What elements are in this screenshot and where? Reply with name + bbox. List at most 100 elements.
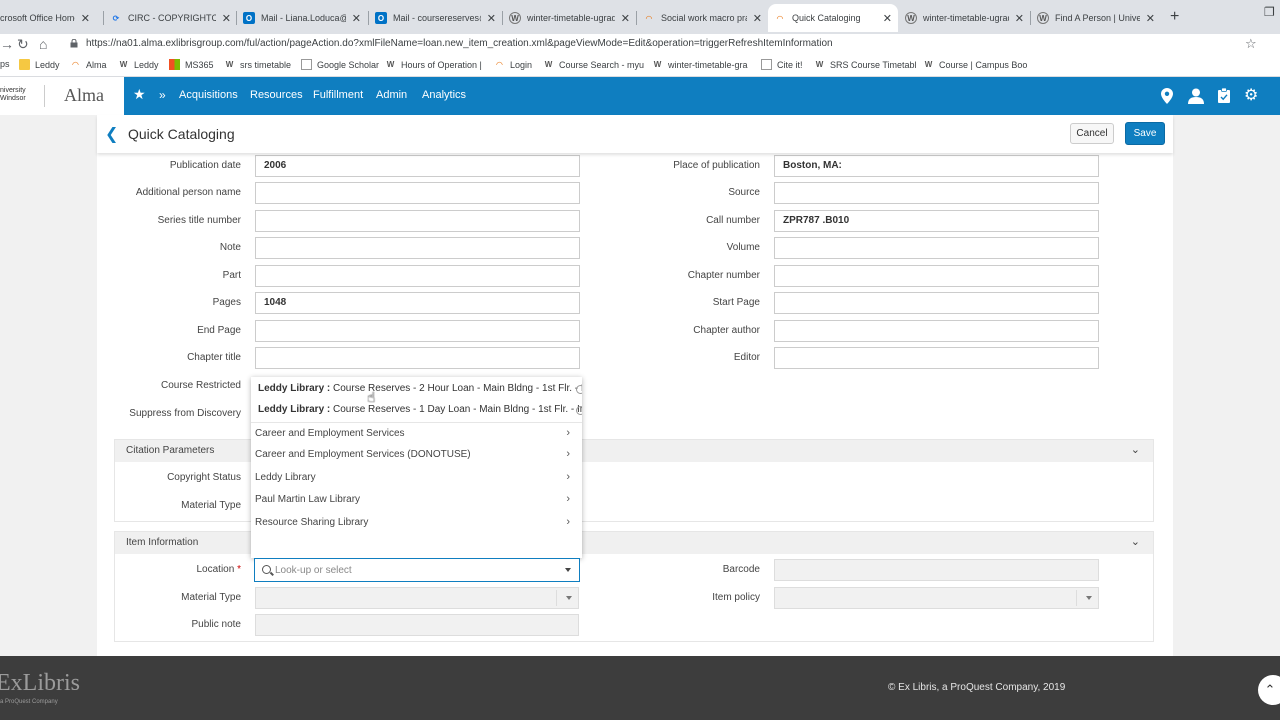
additional-person-name-input[interactable] (255, 182, 580, 204)
library-option[interactable]: Paul Martin Law Library › (251, 489, 582, 511)
scroll-to-top-button[interactable]: ⌃ (1258, 675, 1280, 705)
library-option[interactable]: Resource Sharing Library › (251, 512, 582, 534)
close-tab-icon[interactable]: ✕ (81, 12, 90, 25)
nav-resources[interactable]: Resources (250, 89, 303, 101)
item-policy-select (774, 587, 1099, 609)
field-label: Public note (191, 619, 241, 630)
location-search-input[interactable] (275, 563, 555, 577)
chevron-down-icon[interactable]: ⌄ (1131, 535, 1140, 548)
url-field[interactable]: https://na01.alma.exlibrisgroup.com/ful/… (86, 38, 833, 49)
back-arrow-icon[interactable]: ❮ (105, 124, 118, 144)
nav-admin[interactable]: Admin (376, 89, 407, 101)
bookmark-item[interactable]: Google Scholar (301, 59, 379, 70)
nav-fulfillment[interactable]: Fulfillment (313, 89, 363, 101)
bookmark-item[interactable]: W Hours of Operation | (385, 59, 482, 70)
browser-tab[interactable]: icrosoft Office Home ✕ (0, 4, 96, 32)
browser-tab[interactable]: W Find A Person | Univers ✕ (1031, 4, 1161, 32)
volume-input[interactable] (774, 237, 1099, 259)
chevron-right-icon: › (566, 427, 570, 439)
source-input[interactable] (774, 182, 1099, 204)
location-pin-icon[interactable] (1161, 88, 1173, 104)
browser-tab[interactable]: ◠ Social work macro prac ✕ (637, 4, 768, 32)
pages-input[interactable]: 1048 (255, 292, 580, 314)
chevron-down-icon[interactable]: ⌄ (1131, 443, 1140, 456)
gear-icon[interactable]: ⚙ (1244, 85, 1258, 105)
close-tab-icon[interactable]: ✕ (1015, 12, 1024, 25)
close-tab-icon[interactable]: ✕ (753, 12, 762, 25)
call-number-input[interactable]: ZPR787 .B010 (774, 210, 1099, 232)
save-button[interactable]: Save (1125, 122, 1165, 145)
restore-window-icon[interactable]: ❐ (1264, 5, 1275, 19)
cancel-button[interactable]: Cancel (1070, 123, 1114, 144)
chevron-down-icon[interactable] (565, 568, 571, 572)
series-title-number-input[interactable] (255, 210, 580, 232)
reload-icon[interactable]: ↻ (17, 36, 29, 53)
nav-acquisitions[interactable]: Acquisitions (179, 89, 238, 101)
publication-date-input[interactable]: 2006 (255, 155, 580, 177)
browser-tab[interactable]: O Mail - Liana.Loduca@u ✕ (237, 4, 367, 32)
bookmark-item[interactable]: Wsrs timetable (224, 59, 291, 70)
library-option[interactable]: Career and Employment Services › (251, 422, 582, 444)
bookmark-item[interactable]: Cite it! (761, 59, 803, 70)
lock-icon (70, 39, 78, 48)
bookmark-item[interactable]: W Course Search - myu (543, 59, 644, 70)
bookmark-item[interactable]: W Leddy (118, 59, 159, 70)
page-title: Quick Cataloging (128, 126, 235, 142)
forward-icon[interactable]: → (0, 36, 14, 52)
tasks-icon[interactable] (1218, 88, 1230, 103)
wordpress-icon: W (119, 60, 128, 69)
browser-tab-active[interactable]: ◠ Quick Cataloging ✕ (768, 4, 898, 32)
bookmark-star-icon[interactable]: ☆ (1245, 36, 1257, 52)
close-tab-icon[interactable]: ✕ (883, 12, 892, 25)
bookmark-item[interactable]: Wwinter-timetable-gra (652, 59, 748, 70)
nav-analytics[interactable]: Analytics (422, 89, 466, 101)
chapter-number-input[interactable] (774, 265, 1099, 287)
browser-tab[interactable]: W winter-timetable-ugrad ✕ (899, 4, 1030, 32)
alma-logo[interactable]: Alma (64, 85, 104, 106)
end-page-input[interactable] (255, 320, 580, 342)
bookmark-item[interactable]: W SRS Course Timetabl (814, 59, 917, 70)
note-input[interactable] (255, 237, 580, 259)
location-select[interactable] (254, 558, 580, 582)
wordpress-icon: W (815, 60, 824, 69)
rainbow-icon: ◠ (72, 60, 79, 69)
close-tab-icon[interactable]: ✕ (487, 12, 496, 25)
browser-tab[interactable]: W winter-timetable-ugrad ✕ (503, 4, 636, 32)
user-icon[interactable] (1188, 88, 1204, 104)
address-bar: → ↻ ⌂ https://na01.alma.exlibrisgroup.co… (0, 34, 1280, 56)
bookmark-item[interactable]: Leddy (19, 59, 60, 70)
wordpress-icon: W (924, 60, 933, 69)
wordpress-icon: W (544, 60, 553, 69)
recent-location-option[interactable]: Leddy Library : Course Reserves - 2 Hour… (258, 383, 582, 394)
required-marker: * (237, 564, 241, 575)
browser-tab[interactable]: ⟳ CIRC - COPYRIGHTCLE ✕ (104, 4, 237, 32)
library-option[interactable]: Career and Employment Services (DONOTUSE… (251, 444, 582, 466)
home-icon[interactable]: ⌂ (39, 36, 47, 52)
bookmark-item[interactable]: ◠ Alma (70, 59, 106, 70)
chapter-author-input[interactable] (774, 320, 1099, 342)
part-input[interactable] (255, 265, 580, 287)
start-page-input[interactable] (774, 292, 1099, 314)
copyright-text: © Ex Libris, a ProQuest Company, 2019 (888, 682, 1066, 693)
close-tab-icon[interactable]: ✕ (1146, 12, 1155, 25)
bookmark-item[interactable]: MS365 (169, 59, 214, 70)
chevron-right-icon: › (566, 516, 570, 528)
rainbow-icon: ◠ (496, 60, 503, 69)
library-option[interactable]: Leddy Library › (251, 467, 582, 489)
favorites-star-icon[interactable]: ★ (133, 86, 146, 103)
bookmark-item[interactable]: ps (0, 59, 10, 69)
browser-tab[interactable]: O Mail - coursereserves@ ✕ (369, 4, 502, 32)
page-title-bar: ❮ Quick Cataloging Cancel Save (97, 115, 1173, 153)
bookmark-item[interactable]: ◠ Login (494, 59, 532, 70)
place-of-publication-input[interactable]: Boston, MA: (774, 155, 1099, 177)
new-tab-icon[interactable]: + (1170, 8, 1179, 26)
editor-input[interactable] (774, 347, 1099, 369)
close-tab-icon[interactable]: ✕ (352, 12, 361, 25)
chapter-title-input[interactable] (255, 347, 580, 369)
field-label: Location * (196, 564, 242, 575)
bookmark-item[interactable]: W Course | Campus Boo (923, 59, 1028, 70)
recent-location-option[interactable]: Leddy Library : Course Reserves - 1 Day … (258, 404, 582, 415)
close-tab-icon[interactable]: ✕ (222, 12, 231, 25)
expand-nav-icon[interactable]: » (159, 88, 166, 102)
close-tab-icon[interactable]: ✕ (621, 12, 630, 25)
